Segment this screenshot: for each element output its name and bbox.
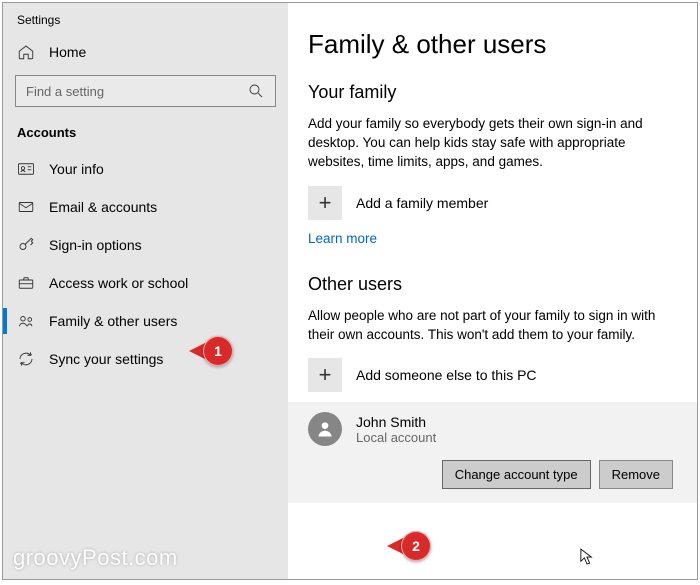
sync-icon: [17, 350, 35, 368]
mail-icon: [17, 198, 35, 216]
page-title: Family & other users: [308, 29, 673, 60]
add-other-row[interactable]: + Add someone else to this PC: [308, 358, 673, 392]
key-icon: [17, 236, 35, 254]
sidebar: Settings Home Accounts Your info Email: [3, 3, 288, 579]
change-account-type-button[interactable]: Change account type: [442, 460, 591, 489]
nav-family[interactable]: Family & other users: [3, 302, 288, 340]
search-input[interactable]: [26, 84, 247, 99]
home-icon: [17, 43, 35, 61]
nav-label: Access work or school: [49, 275, 188, 291]
nav-label: Sync your settings: [49, 351, 163, 367]
search-icon: [247, 82, 265, 100]
learn-more-link[interactable]: Learn more: [308, 231, 377, 246]
plus-icon: +: [308, 358, 342, 392]
user-name: John Smith: [356, 414, 436, 430]
nav-home[interactable]: Home: [3, 33, 288, 71]
user-entry[interactable]: John Smith Local account Change account …: [288, 402, 697, 503]
mouse-cursor-icon: [580, 548, 594, 571]
family-desc: Add your family so everybody gets their …: [308, 115, 673, 172]
avatar-icon: [308, 412, 342, 446]
remove-button[interactable]: Remove: [599, 460, 673, 489]
nav-your-info[interactable]: Your info: [3, 150, 288, 188]
nav-label: Email & accounts: [49, 199, 157, 215]
people-icon: [17, 312, 35, 330]
nav-sync[interactable]: Sync your settings: [3, 340, 288, 378]
other-desc: Allow people who are not part of your fa…: [308, 307, 673, 345]
add-family-row[interactable]: + Add a family member: [308, 186, 673, 220]
briefcase-icon: [17, 274, 35, 292]
settings-title: Settings: [3, 3, 288, 33]
main-panel: Family & other users Your family Add you…: [288, 3, 697, 579]
add-other-label: Add someone else to this PC: [356, 367, 537, 383]
user-type: Local account: [356, 430, 436, 445]
id-card-icon: [17, 160, 35, 178]
add-family-label: Add a family member: [356, 195, 488, 211]
nav-home-label: Home: [49, 44, 86, 60]
search-box[interactable]: [15, 75, 276, 107]
other-heading: Other users: [308, 274, 673, 295]
plus-icon: +: [308, 186, 342, 220]
nav-work[interactable]: Access work or school: [3, 264, 288, 302]
nav-signin[interactable]: Sign-in options: [3, 226, 288, 264]
nav-label: Your info: [49, 161, 104, 177]
family-heading: Your family: [308, 82, 673, 103]
nav-label: Sign-in options: [49, 237, 142, 253]
category-heading: Accounts: [3, 121, 288, 150]
nav-label: Family & other users: [49, 313, 177, 329]
nav-email[interactable]: Email & accounts: [3, 188, 288, 226]
